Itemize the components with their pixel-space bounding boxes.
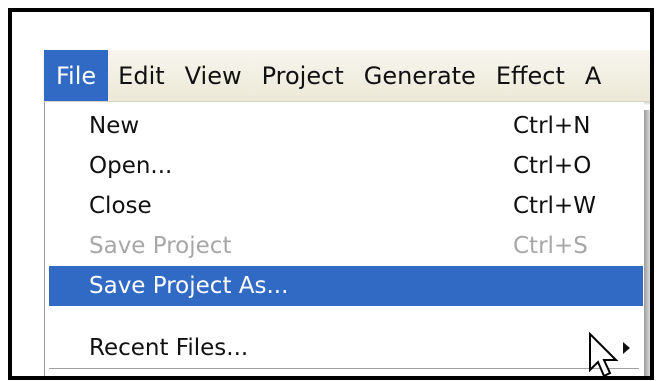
menu-item-open[interactable]: Open... Ctrl+O xyxy=(45,146,645,186)
menu-item-recent-files[interactable]: Recent Files... xyxy=(45,328,645,368)
menu-item-label: New xyxy=(89,113,140,139)
menu-item-save-project: Save Project Ctrl+S xyxy=(45,226,645,266)
menu-edit[interactable]: Edit xyxy=(108,50,174,101)
menu-item-close[interactable]: Close Ctrl+W xyxy=(45,186,645,226)
menu-item-label: Save Project As... xyxy=(89,273,289,299)
menu-item-label: Close xyxy=(89,193,152,219)
menu-item-new[interactable]: New Ctrl+N xyxy=(45,106,645,146)
menu-bar: File Edit View Project Generate Effect A xyxy=(44,50,650,102)
menu-view[interactable]: View xyxy=(175,50,252,101)
dropdown-shadow xyxy=(644,110,650,376)
screenshot-frame: File Edit View Project Generate Effect A… xyxy=(8,8,654,380)
arrow-cursor-icon xyxy=(589,332,619,376)
menu-generate[interactable]: Generate xyxy=(354,50,486,101)
menu-item-save-project-as[interactable]: Save Project As... xyxy=(49,266,643,306)
menu-item-shortcut: Ctrl+S xyxy=(513,233,588,259)
menu-item-shortcut: Ctrl+O xyxy=(513,153,592,179)
menu-effect[interactable]: Effect xyxy=(486,50,575,101)
submenu-arrow-icon xyxy=(623,342,630,354)
menu-item-shortcut: Ctrl+W xyxy=(513,193,596,219)
menu-analyze-truncated[interactable]: A xyxy=(575,50,611,101)
application-window: File Edit View Project Generate Effect A… xyxy=(44,50,650,376)
menu-item-shortcut: Ctrl+N xyxy=(513,113,591,139)
menu-file[interactable]: File xyxy=(44,50,109,101)
menu-project[interactable]: Project xyxy=(252,50,354,101)
menu-item-label: Open... xyxy=(89,153,173,179)
menu-item-label: Recent Files... xyxy=(89,335,249,361)
file-dropdown-menu: New Ctrl+N Open... Ctrl+O Close Ctrl+W S… xyxy=(44,102,645,376)
menu-item-label: Save Project xyxy=(89,233,232,259)
menu-separator xyxy=(49,368,639,370)
